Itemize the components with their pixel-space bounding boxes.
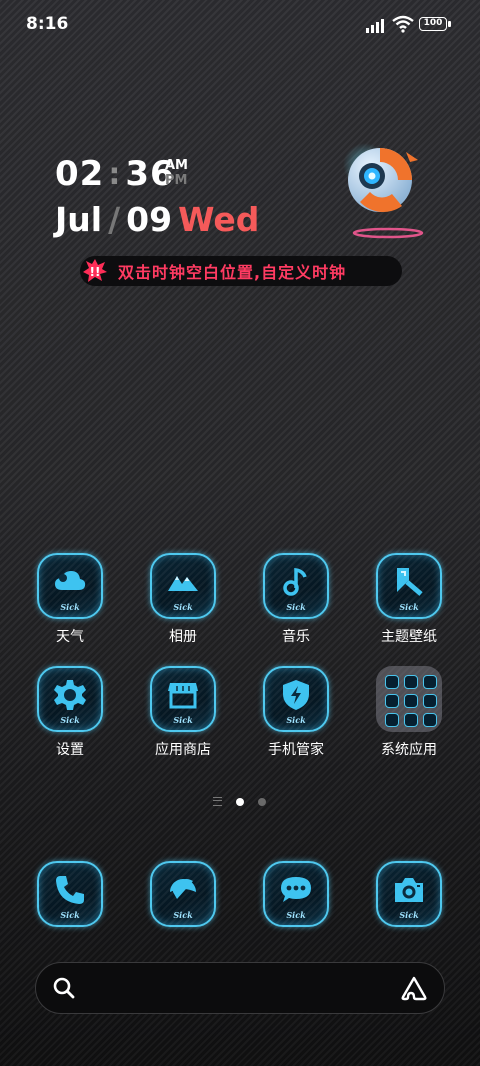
icon-badge: Sick (399, 910, 419, 920)
weather-cloud-icon: Sick (37, 553, 103, 619)
mini-app-icon (423, 694, 437, 708)
date-separator: / (108, 200, 121, 239)
browser-icon: Sick (150, 861, 216, 927)
clock-hour: 02 (55, 154, 105, 194)
store-icon: Sick (150, 666, 216, 732)
mini-app-icon (423, 675, 437, 689)
mini-app-icon (404, 713, 418, 727)
app-label: 手机管家 (268, 742, 324, 758)
icon-badge: Sick (286, 602, 306, 612)
mini-app-icon (423, 713, 437, 727)
pm-label: PM (165, 173, 188, 188)
icon-badge: Sick (60, 910, 80, 920)
ampm-indicator: AM PM (165, 158, 188, 188)
page-dot-active[interactable] (236, 797, 244, 806)
mini-app-icon (404, 675, 418, 689)
mini-app-icon (385, 713, 399, 727)
icon-badge: Sick (286, 715, 306, 725)
app-settings[interactable]: Sick 设置 (22, 666, 118, 759)
clock-time: 02:36 (55, 154, 175, 194)
messages-icon: Sick (263, 861, 329, 927)
robot-ball-widget-icon[interactable] (340, 140, 430, 240)
dock-browser[interactable]: Sick (135, 861, 231, 927)
dock-camera[interactable]: Sick (361, 861, 457, 927)
battery-indicator: 100 (419, 17, 451, 31)
clock-colon: : (108, 156, 122, 192)
icon-badge: Sick (286, 910, 306, 920)
search-icon[interactable] (52, 976, 76, 1000)
dock-phone[interactable]: Sick (22, 861, 118, 927)
hint-text: 双击时钟空白位置,自定义时钟 (118, 263, 347, 282)
app-label: 天气 (56, 629, 84, 645)
icon-badge: Sick (60, 602, 80, 612)
app-store[interactable]: Sick 应用商店 (135, 666, 231, 759)
voice-assistant-icon[interactable] (400, 975, 428, 1001)
gear-icon: Sick (37, 666, 103, 732)
date-weekday: Wed (178, 200, 260, 239)
phone-icon: Sick (37, 861, 103, 927)
app-weather[interactable]: Sick 天气 (22, 553, 118, 646)
mini-app-icon (404, 694, 418, 708)
alert-burst-icon: !! (83, 259, 107, 282)
svg-text:!!: !! (90, 265, 101, 279)
status-time: 8:16 (26, 14, 69, 34)
theme-brush-icon: Sick (376, 553, 442, 619)
app-themes[interactable]: Sick 主题壁纸 (361, 553, 457, 646)
date-month: Jul (55, 200, 103, 239)
customize-clock-hint[interactable]: !! 双击时钟空白位置,自定义时钟 (80, 256, 402, 286)
mini-app-icon (385, 694, 399, 708)
mini-app-icon (385, 675, 399, 689)
page-indicator[interactable] (213, 797, 280, 806)
icon-badge: Sick (173, 910, 193, 920)
search-bar[interactable] (35, 962, 445, 1014)
app-list-indicator-icon[interactable] (213, 797, 222, 806)
wifi-icon (392, 15, 414, 33)
camera-icon: Sick (376, 861, 442, 927)
icon-badge: Sick (399, 602, 419, 612)
app-label: 音乐 (282, 629, 310, 645)
folder-icon (376, 666, 442, 732)
app-label: 应用商店 (155, 742, 211, 758)
dock-messages[interactable]: Sick (248, 861, 344, 927)
gallery-mountain-icon: Sick (150, 553, 216, 619)
icon-badge: Sick (173, 715, 193, 725)
status-bar: 8:16 100 (0, 0, 480, 50)
app-label: 主题壁纸 (381, 629, 437, 645)
page-dot[interactable] (258, 797, 266, 806)
date-day: 09 (126, 200, 173, 239)
cellular-signal-icon (366, 19, 384, 33)
icon-badge: Sick (173, 602, 193, 612)
folder-system-apps[interactable]: 系统应用 (361, 666, 457, 759)
clock-widget[interactable]: 02:36 AM PM (55, 154, 188, 194)
app-label: 相册 (169, 629, 197, 645)
app-label: 系统应用 (381, 742, 437, 758)
security-shield-icon: Sick (263, 666, 329, 732)
app-phone-manager[interactable]: Sick 手机管家 (248, 666, 344, 759)
music-note-icon: Sick (263, 553, 329, 619)
clock-date[interactable]: Jul/09 Wed (55, 200, 259, 239)
icon-badge: Sick (60, 715, 80, 725)
app-music[interactable]: Sick 音乐 (248, 553, 344, 646)
app-label: 设置 (56, 742, 84, 758)
am-label: AM (165, 158, 188, 173)
app-gallery[interactable]: Sick 相册 (135, 553, 231, 646)
